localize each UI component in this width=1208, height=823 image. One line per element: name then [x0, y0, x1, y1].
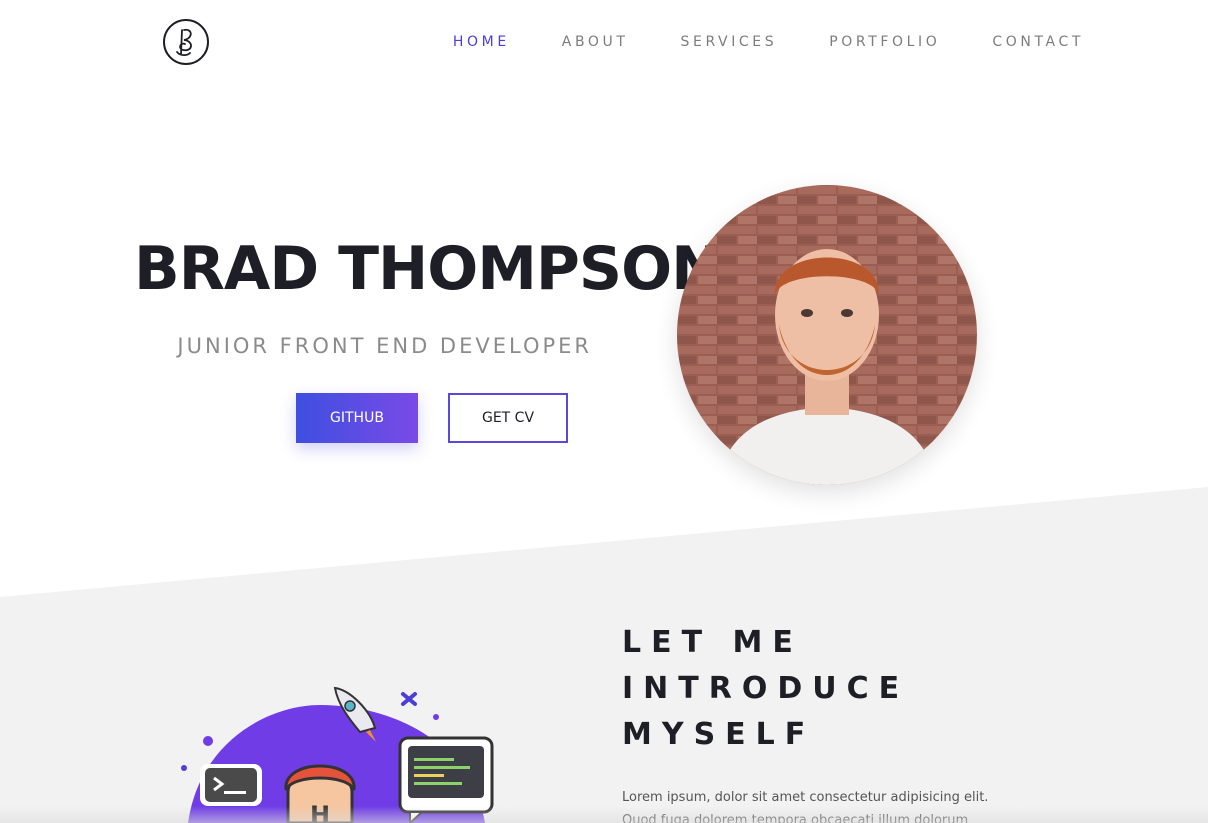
intro-heading: LET ME INTRODUCE MYSELF — [622, 620, 909, 758]
nav-link-services[interactable]: SERVICES — [681, 34, 778, 50]
get-cv-button[interactable]: GET CV — [448, 393, 568, 443]
hero-name: BRAD THOMPSON — [134, 234, 721, 304]
hero-subtitle: JUNIOR FRONT END DEVELOPER — [177, 334, 592, 358]
bottom-fade — [0, 806, 1208, 823]
logo-icon[interactable] — [162, 18, 210, 66]
profile-photo-image — [677, 185, 977, 485]
profile-photo — [677, 185, 977, 485]
nav-link-about[interactable]: ABOUT — [562, 34, 629, 50]
nav-link-contact[interactable]: CONTACT — [992, 34, 1084, 50]
nav-link-portfolio[interactable]: PORTFOLIO — [829, 34, 940, 50]
intro-heading-line: INTRODUCE — [622, 671, 910, 706]
terminal-icon — [200, 764, 262, 806]
intro-heading-line: LET ME — [622, 625, 803, 660]
github-button[interactable]: GITHUB — [296, 393, 418, 443]
nav-link-home[interactable]: HOME — [453, 34, 510, 50]
nav-links: HOME ABOUT SERVICES PORTFOLIO CONTACT — [401, 34, 1084, 50]
developer-illustration: H — [181, 686, 494, 823]
intro-heading-line: MYSELF — [622, 717, 816, 752]
top-navigation: HOME ABOUT SERVICES PORTFOLIO CONTACT — [0, 0, 1208, 85]
